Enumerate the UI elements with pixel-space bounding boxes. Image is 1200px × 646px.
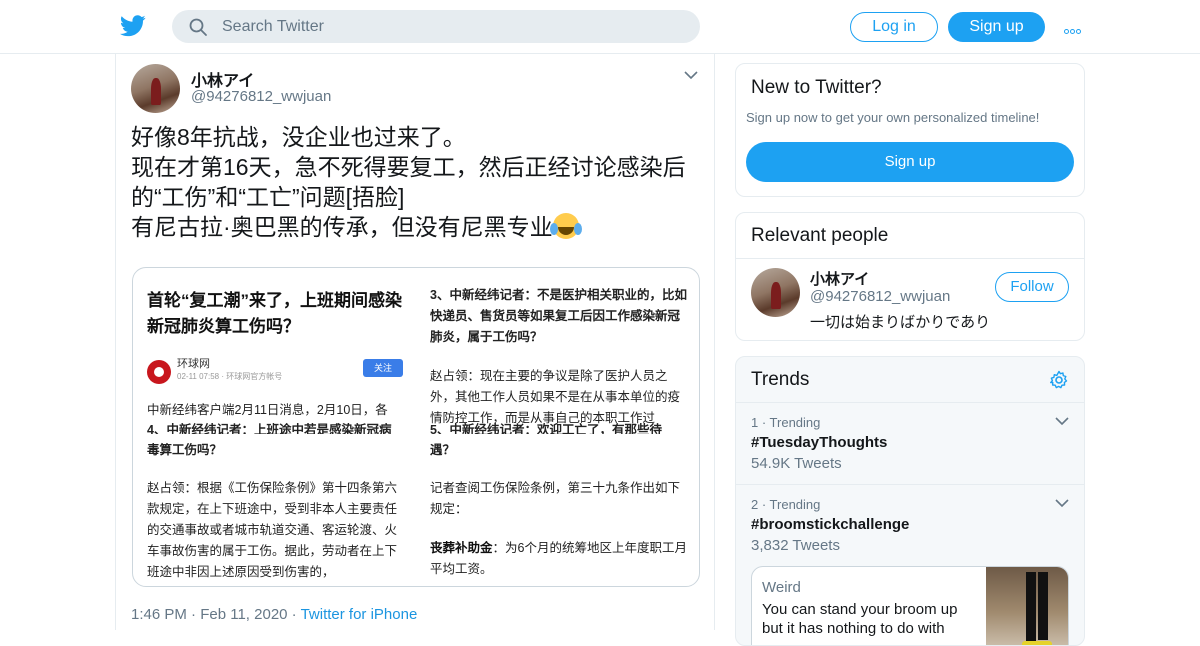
more-options-icon[interactable] xyxy=(1064,21,1086,34)
card-title: Trends xyxy=(751,369,810,390)
article-question-partial: 5、中新经纬记者：欢迎工亡了，有那些待 xyxy=(430,423,662,434)
trends-card: Trends 1 · Trending #TuesdayThoughts 54.… xyxy=(735,356,1085,646)
gear-icon[interactable] xyxy=(1049,370,1069,390)
source-logo-icon xyxy=(147,360,171,384)
search-bar[interactable] xyxy=(172,10,700,43)
relevant-people-card: Relevant people 小林アイ @94276812_wwjuan 一切… xyxy=(735,212,1085,341)
tweet-text: 好像8年抗战，没企业也过来了。 现在才第16天，急不死得要复工，然后正经讨论感染… xyxy=(131,122,701,242)
person-name[interactable]: 小林アイ xyxy=(810,268,869,289)
twitter-bird-icon[interactable] xyxy=(120,14,146,38)
search-input[interactable] xyxy=(222,10,682,43)
tears-of-joy-emoji-icon xyxy=(549,213,579,239)
article-intro: 中新经纬客户端2月11日消息，2月10日，各 xyxy=(147,403,388,417)
article-question-tail: 遇？ xyxy=(430,443,456,457)
tweet-source-link[interactable]: Twitter for iPhone xyxy=(301,606,418,623)
card-title: New to Twitter? xyxy=(751,77,882,98)
login-button[interactable]: Log in xyxy=(850,12,938,42)
tweet-time[interactable]: 1:46 PM xyxy=(131,606,187,623)
media-image-right[interactable]: 3、中新经纬记者：不是医护相关职业的，比如快递员、售货员等如果复工后因工作感染新… xyxy=(418,268,699,586)
chevron-down-icon[interactable] xyxy=(1055,498,1069,508)
tweet-meta: 1:46 PM · Feb 11, 2020 · Twitter for iPh… xyxy=(131,606,418,623)
moment-category: Weird xyxy=(762,579,801,596)
signup-button[interactable]: Sign up xyxy=(746,142,1074,182)
divider xyxy=(736,258,1084,259)
trend-hashtag[interactable]: #broomstickchallenge xyxy=(751,516,909,533)
new-to-twitter-card: New to Twitter? Sign up now to get your … xyxy=(735,63,1085,197)
article-question-partial: 4、中新经纬记者：上班途中若是感染新冠病 xyxy=(147,423,392,434)
source-meta: 02-11 07:58 · 环球网官方帐号 xyxy=(177,372,283,381)
person-bio: 一切は始まりばかりであり xyxy=(810,314,991,331)
trend-moment-card[interactable]: Weird You can stand your broom up but it… xyxy=(751,566,1069,645)
chevron-down-icon[interactable] xyxy=(684,70,698,80)
card-title: Relevant people xyxy=(751,225,889,246)
tweet-media[interactable]: 首轮“复工潮”来了，上班期间感染新冠肺炎算工伤吗？ 环球网 02-11 07:5… xyxy=(132,267,700,587)
moment-text: You can stand your broom up but it has n… xyxy=(762,601,958,637)
trend-count: 54.9K Tweets xyxy=(751,455,842,472)
tweet-detail: 小林アイ @94276812_wwjuan 好像8年抗战，没企业也过来了。 现在… xyxy=(115,54,715,630)
trend-hashtag[interactable]: #TuesdayThoughts xyxy=(751,434,887,451)
divider xyxy=(736,402,1084,403)
trend-count: 3,832 Tweets xyxy=(751,537,840,554)
card-subtitle: Sign up now to get your own personalized… xyxy=(746,110,1040,125)
tweet-line: 的“工伤”和“工亡”问题[捂脸] xyxy=(131,184,405,210)
avatar[interactable] xyxy=(131,64,180,113)
divider xyxy=(736,484,1084,485)
chevron-down-icon[interactable] xyxy=(1055,416,1069,426)
trend-meta: 2 · Trending xyxy=(751,497,821,512)
follow-button[interactable]: Follow xyxy=(995,272,1069,302)
media-image-left[interactable]: 首轮“复工潮”来了，上班期间感染新冠肺炎算工伤吗？ 环球网 02-11 07:5… xyxy=(133,268,416,586)
article-title: 首轮“复工潮”来了，上班期间感染新冠肺炎算工伤吗？ xyxy=(147,291,402,336)
article-question: 3、中新经纬记者：不是医护相关职业的，比如快递员、售货员等如果复工后因工作感染新… xyxy=(430,288,687,344)
avatar[interactable] xyxy=(751,268,800,317)
tweet-date[interactable]: Feb 11, 2020 xyxy=(200,606,287,623)
tweet-line: 有尼古拉·奥巴黑的传承，但没有尼黑专业 xyxy=(131,212,701,242)
signup-button[interactable]: Sign up xyxy=(948,12,1045,42)
article-question-tail: 毒算工伤吗？ xyxy=(147,443,223,457)
source-follow-button: 关注 xyxy=(363,359,403,377)
article-answer: 赵占领：根据《工伤保险条例》第十四条第六款规定，在上下班途中，受到非本人主要责任… xyxy=(147,481,398,579)
person-handle[interactable]: @94276812_wwjuan xyxy=(810,288,950,305)
article-note: 记者查阅工伤保险条例，第三十九条作出如下规定： xyxy=(430,481,681,516)
search-icon xyxy=(189,18,207,36)
trend-meta: 1 · Trending xyxy=(751,415,821,430)
tweet-line: 现在才第16天，急不死得要复工，然后正经讨论感染后 xyxy=(131,154,686,180)
article-funeral: 丧葬补助金：为6个月的统筹地区上年度职工月平均工资。 xyxy=(430,541,687,576)
top-bar: Log in Sign up xyxy=(0,0,1200,54)
author-handle[interactable]: @94276812_wwjuan xyxy=(191,88,331,105)
source-name: 环球网 xyxy=(177,358,210,370)
tweet-line: 好像8年抗战，没企业也过来了。 xyxy=(131,124,466,150)
moment-thumbnail xyxy=(986,567,1068,645)
